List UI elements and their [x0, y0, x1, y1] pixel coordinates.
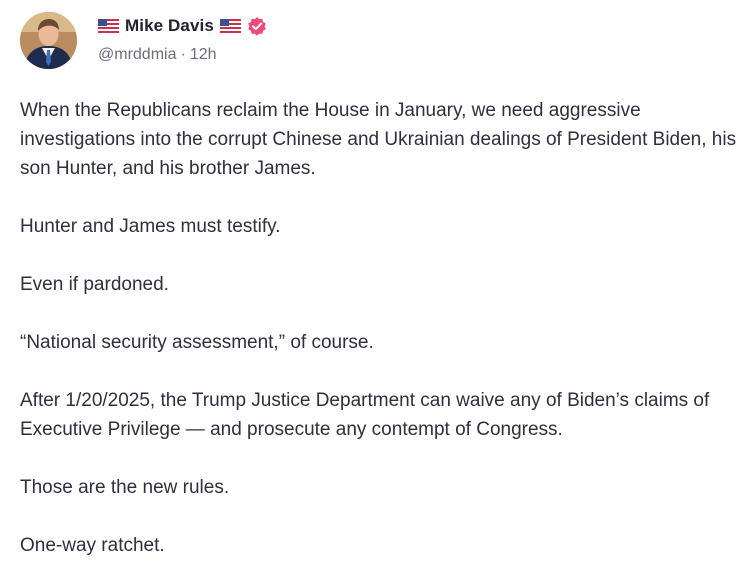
- post-card: Mike Davis @mrddmia · 12h When the Repub…: [0, 0, 754, 571]
- us-flag-icon: [98, 19, 119, 33]
- separator: ·: [180, 46, 186, 63]
- avatar[interactable]: [20, 12, 77, 69]
- post-paragraph: One-way ratchet.: [20, 535, 165, 556]
- verified-badge-icon: [247, 16, 267, 36]
- post-paragraph: Hunter and James must testify.: [20, 216, 281, 237]
- avatar-portrait-icon: [20, 12, 77, 69]
- post-paragraph: When the Republicans reclaim the House i…: [20, 100, 742, 179]
- handle[interactable]: @mrddmia: [98, 46, 176, 64]
- post-paragraph: After 1/20/2025, the Trump Justice Depar…: [20, 390, 715, 440]
- display-name[interactable]: Mike Davis: [125, 16, 214, 36]
- post-paragraph: “National security assessment,” of cours…: [20, 332, 374, 353]
- handle-row: @mrddmia · 12h: [98, 46, 217, 64]
- post-paragraph: Even if pardoned.: [20, 274, 169, 295]
- post-body: When the Republicans reclaim the House i…: [20, 96, 745, 560]
- author-name-row: Mike Davis: [98, 13, 267, 39]
- timestamp[interactable]: 12h: [190, 46, 217, 64]
- us-flag-icon: [219, 19, 241, 33]
- post-paragraph: Those are the new rules.: [20, 477, 230, 498]
